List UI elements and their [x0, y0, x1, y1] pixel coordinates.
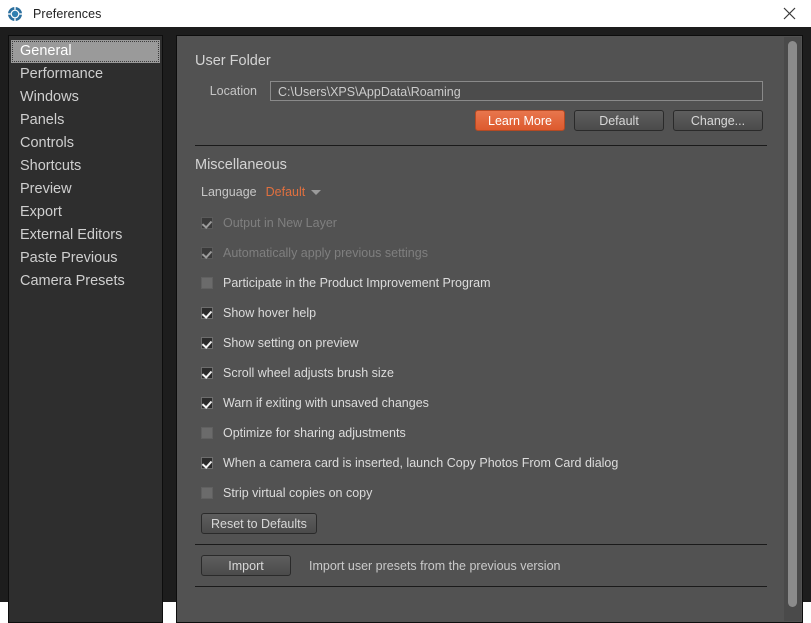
reset-to-defaults-button[interactable]: Reset to Defaults — [201, 513, 317, 534]
language-label: Language — [201, 185, 257, 199]
preferences-window: General Performance Windows Panels Controls S… — [0, 27, 811, 602]
sidebar-item-label: Performance — [20, 66, 103, 82]
option-row[interactable]: Automatically apply previous settings — [201, 243, 767, 263]
option-label: Strip virtual copies on copy — [223, 486, 372, 500]
sidebar-item-paste-previous[interactable]: Paste Previous — [11, 247, 160, 270]
language-select-value[interactable]: Default — [266, 185, 306, 199]
scrollbar-thumb[interactable] — [788, 41, 797, 607]
sidebar-item-export[interactable]: Export — [11, 201, 160, 224]
sidebar-item-label: Preview — [20, 181, 72, 197]
sidebar-item-label: External Editors — [20, 227, 122, 243]
sidebar-item-external-editors[interactable]: External Editors — [11, 224, 160, 247]
option-row[interactable]: Participate in the Product Improvement P… — [201, 273, 767, 293]
sidebar-item-controls[interactable]: Controls — [11, 132, 160, 155]
sidebar-item-label: Export — [20, 204, 62, 220]
option-row[interactable]: Output in New Layer — [201, 213, 767, 233]
miscellaneous-options-list: Output in New Layer Automatically apply p… — [195, 213, 767, 503]
preferences-content-panel: User Folder Location C:\Users\XPS\AppDat… — [176, 35, 803, 623]
import-button[interactable]: Import — [201, 555, 291, 576]
checkbox-checked-icon[interactable] — [201, 397, 213, 409]
option-row[interactable]: Show hover help — [201, 303, 767, 323]
option-row[interactable]: Scroll wheel adjusts brush size — [201, 363, 767, 383]
option-label: Show hover help — [223, 306, 316, 320]
option-row[interactable]: Optimize for sharing adjustments — [201, 423, 767, 443]
chevron-down-icon[interactable] — [311, 190, 321, 195]
checkbox-checked-icon[interactable] — [201, 337, 213, 349]
option-label: Warn if exiting with unsaved changes — [223, 396, 429, 410]
option-label: Scroll wheel adjusts brush size — [223, 366, 394, 380]
sidebar-item-panels[interactable]: Panels — [11, 109, 160, 132]
sidebar-item-shortcuts[interactable]: Shortcuts — [11, 155, 160, 178]
option-row[interactable]: When a camera card is inserted, launch C… — [201, 453, 767, 473]
title-bar: Preferences — [0, 0, 811, 28]
checkbox-checked-icon[interactable] — [201, 367, 213, 379]
user-folder-button-row: Learn More Default Change... — [195, 110, 767, 131]
sidebar-item-preview[interactable]: Preview — [11, 178, 160, 201]
option-label: When a camera card is inserted, launch C… — [223, 456, 618, 470]
option-label: Show setting on preview — [223, 336, 359, 350]
option-row[interactable]: Strip virtual copies on copy — [201, 483, 767, 503]
change-folder-button[interactable]: Change... — [673, 110, 763, 131]
location-input[interactable]: C:\Users\XPS\AppData\Roaming — [270, 81, 763, 101]
divider-user-folder — [195, 145, 767, 146]
option-row[interactable]: Show setting on preview — [201, 333, 767, 353]
checkbox-checked-icon — [201, 247, 213, 259]
sidebar-item-label: Shortcuts — [20, 158, 81, 174]
import-row: Import Import user presets from the prev… — [201, 555, 767, 576]
option-label: Participate in the Product Improvement P… — [223, 276, 490, 290]
checkbox-unchecked-icon[interactable] — [201, 277, 213, 289]
sidebar-item-label: Panels — [20, 112, 64, 128]
location-row: Location C:\Users\XPS\AppData\Roaming — [195, 81, 767, 101]
reset-row: Reset to Defaults — [201, 513, 767, 534]
location-label: Location — [195, 84, 257, 98]
default-folder-button[interactable]: Default — [574, 110, 664, 131]
sidebar-item-windows[interactable]: Windows — [11, 86, 160, 109]
checkbox-checked-icon[interactable] — [201, 307, 213, 319]
language-row: Language Default — [201, 185, 767, 199]
close-icon[interactable] — [767, 0, 811, 27]
checkbox-checked-icon — [201, 217, 213, 229]
option-label: Optimize for sharing adjustments — [223, 426, 406, 440]
divider-import — [195, 586, 767, 587]
content-scrollbar[interactable] — [784, 37, 801, 621]
sidebar-item-performance[interactable]: Performance — [11, 63, 160, 86]
sidebar-item-label: General — [20, 43, 72, 59]
sidebar-item-general[interactable]: General — [11, 40, 160, 63]
checkbox-unchecked-icon[interactable] — [201, 487, 213, 499]
sidebar-item-label: Camera Presets — [20, 273, 125, 289]
option-label: Output in New Layer — [223, 216, 337, 230]
sidebar-item-camera-presets[interactable]: Camera Presets — [11, 270, 160, 293]
checkbox-unchecked-icon[interactable] — [201, 427, 213, 439]
sidebar-item-label: Windows — [20, 89, 79, 105]
miscellaneous-heading: Miscellaneous — [195, 157, 767, 173]
learn-more-button[interactable]: Learn More — [475, 110, 565, 131]
checkbox-checked-icon[interactable] — [201, 457, 213, 469]
sidebar-item-label: Controls — [20, 135, 74, 151]
option-label: Automatically apply previous settings — [223, 246, 428, 260]
divider-reset — [195, 544, 767, 545]
general-settings-pane: User Folder Location C:\Users\XPS\AppDat… — [177, 36, 785, 622]
app-logo-icon — [7, 6, 23, 22]
import-hint-text: Import user presets from the previous ve… — [309, 559, 561, 573]
option-row[interactable]: Warn if exiting with unsaved changes — [201, 393, 767, 413]
preferences-category-list[interactable]: General Performance Windows Panels Controls S… — [8, 35, 163, 623]
sidebar-item-label: Paste Previous — [20, 250, 118, 266]
window-title: Preferences — [33, 7, 102, 21]
user-folder-heading: User Folder — [195, 53, 767, 69]
